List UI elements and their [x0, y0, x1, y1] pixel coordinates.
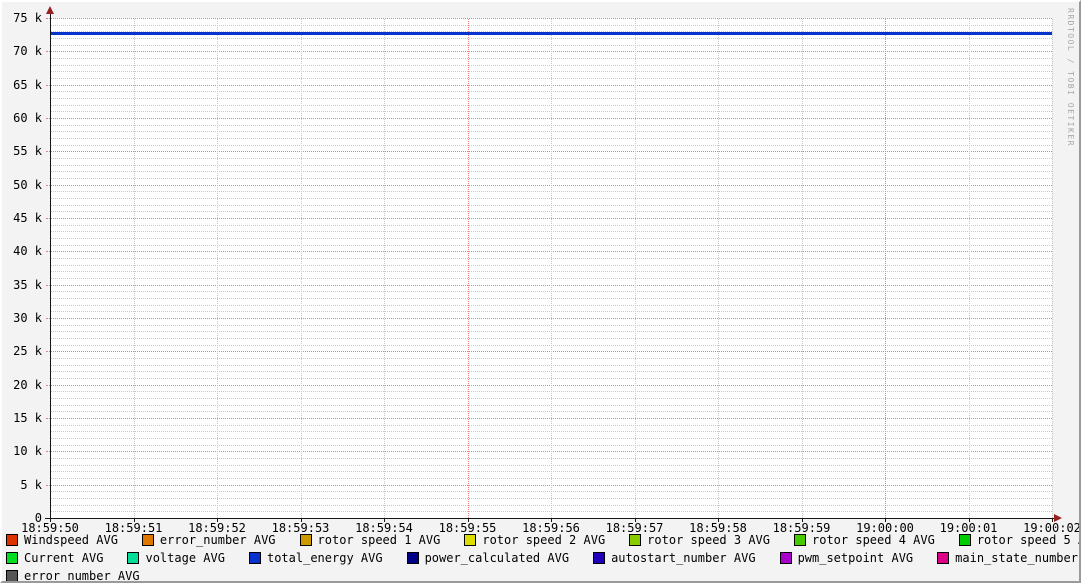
legend-swatch-icon	[127, 552, 140, 564]
y-tick-label: 10 k	[13, 444, 42, 459]
legend-item: power_calculated AVG	[406, 551, 570, 565]
gridline-x-minor	[1052, 19, 1053, 518]
legend-swatch-icon	[958, 534, 971, 546]
legend-item: rotor speed 4 AVG	[794, 533, 935, 547]
legend-item: rotor speed 1 AVG	[299, 533, 441, 547]
y-tick-label: 0	[34, 511, 42, 525]
legend-item: Windspeed AVG	[6, 533, 118, 547]
rrdtool-watermark: RRDTOOL / TOBI OETIKER	[1066, 8, 1075, 147]
legend-item: rotor speed 3 AVG	[629, 533, 770, 547]
y-tick-label: 20 k	[13, 377, 42, 392]
legend-item: voltage AVG	[127, 551, 225, 565]
legend-swatch-icon	[6, 570, 18, 581]
legend-label: autostart_number AVG	[611, 551, 756, 565]
y-tick-label: 75 k	[13, 11, 42, 25]
series-line-total_energy-avg	[51, 32, 1052, 36]
y-tick-label: 70 k	[13, 44, 42, 59]
legend-label: rotor speed 2 AVG	[482, 533, 606, 547]
y-tick-label: 15 k	[13, 411, 42, 425]
legend-swatch-icon	[629, 534, 642, 546]
legend-swatch-icon	[299, 534, 312, 546]
legend-label: main_state_number AVG	[955, 551, 1078, 565]
legend-swatch-icon	[593, 552, 606, 564]
y-tick-label: 65 k	[13, 77, 42, 92]
y-tick-label: 25 k	[13, 344, 42, 359]
legend-label: power_calculated AVG	[424, 551, 570, 565]
y-axis-arrow-icon	[46, 6, 54, 14]
legend-label: rotor speed 5 AVG	[976, 533, 1079, 547]
legend-swatch-icon	[779, 552, 792, 564]
legend-swatch-icon	[6, 534, 18, 546]
y-tick-label: 45 k	[13, 211, 42, 225]
legend-item: Current AVG	[6, 551, 103, 565]
legend-item: rotor speed 2 AVG	[464, 533, 605, 547]
legend-swatch-icon	[406, 552, 419, 564]
legend-label: total_energy AVG	[266, 551, 383, 565]
legend-row: error_number AVG	[6, 569, 1079, 583]
chart-legend: Windspeed AVG error_number AVG rotor speed…	[6, 533, 1079, 583]
legend-label: Windspeed AVG	[24, 533, 118, 547]
legend-label: rotor speed 3 AVG	[647, 533, 770, 547]
y-tick-label: 35 k	[13, 277, 42, 292]
legend-label: voltage AVG	[145, 551, 225, 565]
y-tick-label: 5 k	[20, 477, 42, 492]
plot-canvas	[50, 18, 1052, 518]
legend-item: main_state_number AVG	[937, 551, 1079, 565]
y-tick-label: 30 k	[13, 311, 42, 325]
legend-label: error_number AVG	[24, 569, 140, 583]
legend-label: rotor speed 1 AVG	[317, 533, 441, 547]
legend-label: error_number AVG	[159, 533, 276, 547]
y-tick-label: 40 k	[13, 244, 42, 259]
legend-item: autostart_number AVG	[593, 551, 756, 565]
legend-item: total_energy AVG	[248, 551, 383, 565]
legend-label: rotor speed 4 AVG	[812, 533, 935, 547]
legend-label: Current AVG	[24, 551, 104, 565]
legend-swatch-icon	[141, 534, 154, 546]
legend-row: Windspeed AVG error_number AVG rotor speed…	[6, 533, 1079, 547]
legend-swatch-icon	[464, 534, 477, 546]
legend-swatch-icon	[248, 552, 261, 564]
y-axis-line	[50, 11, 51, 521]
y-tick-label: 50 k	[13, 177, 42, 192]
legend-label: pwm_setpoint AVG	[797, 551, 914, 565]
legend-swatch-icon	[6, 552, 18, 564]
legend-item: error_number AVG	[6, 569, 140, 583]
y-tick-label: 60 k	[13, 111, 42, 125]
legend-swatch-icon	[794, 534, 806, 546]
y-tick-label: 55 k	[13, 144, 42, 159]
x-axis-line	[45, 518, 1054, 519]
legend-row: Current AVG voltage AVG total_energy AVG po…	[6, 551, 1079, 565]
legend-item: error_number AVG	[141, 533, 276, 547]
legend-swatch-icon	[937, 552, 950, 564]
legend-item: rotor speed 5 AVG	[958, 533, 1079, 547]
legend-item: pwm_setpoint AVG	[779, 551, 914, 565]
rrdtool-graph: 18:59:50 18:59:51 18:59:52 18:59:53 18:59:54…	[0, 0, 1081, 583]
